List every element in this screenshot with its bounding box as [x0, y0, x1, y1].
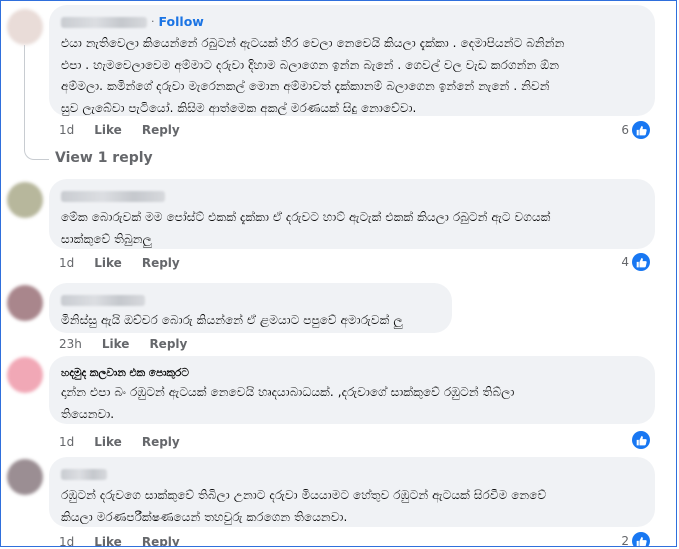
author-name-redacted[interactable]	[61, 468, 107, 480]
comment-author	[61, 292, 438, 308]
like-thumb-icon	[632, 532, 650, 546]
like-button[interactable]: Like	[94, 256, 122, 270]
reply-button[interactable]: Reply	[142, 435, 180, 449]
reply-button[interactable]: Reply	[142, 123, 180, 137]
like-button[interactable]: Like	[94, 435, 122, 449]
avatar[interactable]	[7, 182, 43, 218]
comment-bubble: මේක බොරුවක් මම පෝස්ට් එකක් දැක්කා ඒ දරුව…	[49, 179, 655, 249]
comment-time[interactable]: 1d	[59, 535, 74, 546]
comment-actions: 23h Like Reply	[59, 337, 187, 351]
reaction-count: 4	[621, 255, 629, 269]
like-thumb-icon	[632, 121, 650, 139]
like-thumb-icon	[632, 431, 650, 449]
comment-bubble: · Follow එයා නැතිවෙලා කියෙන්නේ රබුටන් ඇට…	[49, 5, 655, 116]
comments-panel: · Follow එයා නැතිවෙලා කියෙන්නේ රබුටන් ඇට…	[0, 0, 677, 547]
reply-button[interactable]: Reply	[142, 535, 180, 546]
comment-time[interactable]: 1d	[59, 435, 74, 449]
comment-author	[61, 466, 641, 482]
avatar[interactable]	[7, 285, 43, 321]
reaction-summary[interactable]: 4	[621, 253, 650, 271]
comment-actions: 1d Like Reply	[59, 435, 180, 449]
comment-time[interactable]: 1d	[59, 123, 74, 137]
comment-actions: 1d Like Reply	[59, 535, 180, 546]
comment-time[interactable]: 23h	[59, 337, 82, 351]
avatar[interactable]	[7, 357, 43, 393]
separator-dot: ·	[151, 15, 155, 28]
comment-actions: 1d Like Reply	[59, 123, 180, 137]
reaction-count: 6	[621, 123, 629, 137]
avatar[interactable]	[7, 9, 43, 45]
reaction-summary[interactable]	[632, 431, 650, 449]
comment-actions: 1d Like Reply	[59, 256, 180, 270]
comment-bubble: රඹුටන් දරුවගෙ සාක්කුවේ තිබිලා උනාට දරුවා…	[49, 457, 655, 527]
comment-text: රඹුටන් දරුවගෙ සාක්කුවේ තිබිලා උනාට දරුවා…	[61, 488, 547, 524]
comment-text: එයා නැතිවෙලා කියෙන්නේ රබුටන් ඇටයක් හිර ව…	[61, 36, 565, 115]
like-button[interactable]: Like	[102, 337, 130, 351]
reply-thread-line	[24, 45, 49, 160]
comment-author	[61, 188, 641, 204]
like-thumb-icon	[632, 253, 650, 271]
reaction-summary[interactable]: 2	[621, 532, 650, 547]
view-replies-link[interactable]: View 1 reply	[55, 150, 153, 166]
reaction-count: 2	[621, 534, 629, 547]
comment-text: මිනිස්සු ඇයි ඔච්චර බොරු කියන්නේ ඒ ළමයාට …	[61, 313, 403, 327]
comment-author: හදමුද කලවාන එක පොකුරට	[61, 365, 641, 381]
comment-time[interactable]: 1d	[59, 256, 74, 270]
comment-text: මේක බොරුවක් මම පෝස්ට් එකක් දැක්කා ඒ දරුව…	[61, 210, 551, 246]
reply-button[interactable]: Reply	[142, 256, 180, 270]
like-button[interactable]: Like	[94, 535, 122, 546]
comment-text: දාන්න එපා බං රඹුටන් ඇටයක් නෙවෙයි හෘදයාබා…	[61, 385, 515, 421]
reply-button[interactable]: Reply	[149, 337, 187, 351]
author-name[interactable]: හදමුද කලවාන එක පොකුරට	[61, 365, 189, 381]
like-button[interactable]: Like	[94, 123, 122, 137]
follow-button[interactable]: Follow	[159, 14, 204, 30]
author-name-redacted[interactable]	[61, 16, 147, 28]
author-name-redacted[interactable]	[61, 294, 145, 306]
comment-bubble: හදමුද කලවාන එක පොකුරට දාන්න එපා බං රඹුටන…	[49, 356, 655, 424]
comment-bubble: මිනිස්සු ඇයි ඔච්චර බොරු කියන්නේ ඒ ළමයාට …	[49, 283, 452, 333]
avatar[interactable]	[7, 459, 43, 495]
reaction-summary[interactable]: 6	[621, 121, 650, 139]
author-name-redacted[interactable]	[61, 190, 165, 202]
comment-author: · Follow	[61, 14, 641, 30]
